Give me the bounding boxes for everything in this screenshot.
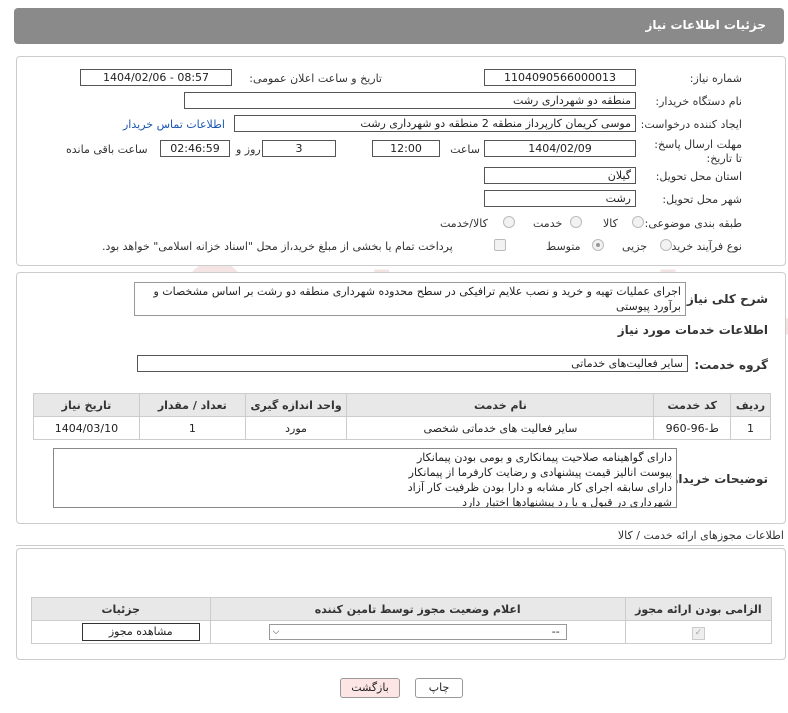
permit-required-cell: ✓ — [624, 620, 773, 644]
process-type-label: نوع فرآیند خرید : — [664, 240, 742, 253]
unit-cell: مورد — [244, 416, 348, 440]
service-group-field: سایر فعالیت‌های خدماتی — [137, 355, 688, 372]
deadline-date-field: 1404/02/09 — [484, 140, 636, 157]
need-date-cell: 1404/03/10 — [33, 416, 140, 440]
city-label: شهر محل تحویل: — [662, 193, 742, 206]
permits-table-header: الزامی بودن ارائه مجوز اعلام وضعیت مجوز … — [31, 597, 773, 621]
city-field: رشت — [484, 190, 636, 207]
summary-label: شرح کلی نیاز: — [682, 292, 768, 306]
buyer-notes-label: توضیحات خریدار: — [666, 472, 768, 486]
col-permit-details: جزئیات — [31, 597, 211, 621]
col-permit-status: اعلام وضعیت مجوز توسط تامین کننده — [209, 597, 626, 621]
deadline-label: مهلت ارسال پاسخ: تا تاریخ: — [654, 138, 742, 165]
col-permit-required: الزامی بودن ارائه مجوز — [624, 597, 773, 621]
category-radio-service[interactable] — [570, 216, 582, 228]
buyer-note-line: دارای سابقه اجرای کار مشابه و دارا بودن … — [407, 481, 672, 494]
remaining-time-label: ساعت باقی مانده — [66, 143, 148, 156]
treasury-payment-note: پرداخت تمام یا بخشی از مبلغ خرید،از محل … — [102, 240, 453, 253]
view-permit-button[interactable]: مشاهده مجوز — [81, 623, 200, 641]
announce-datetime-label: تاریخ و ساعت اعلان عمومی: — [249, 72, 382, 85]
services-table: ردیف کد خدمت نام خدمت واحد اندازه گیری ت… — [33, 393, 772, 440]
buyer-org-label: نام دستگاه خریدار: — [655, 95, 742, 108]
buyer-contact-link[interactable]: اطلاعات تماس خریدار — [123, 118, 225, 131]
service-group-label: گروه خدمت: — [694, 358, 768, 372]
deadline-time-label: ساعت — [450, 143, 480, 156]
treasury-payment-checkbox[interactable] — [494, 239, 506, 251]
province-label: استان محل تحویل: — [655, 170, 742, 183]
creator-field: موسی کریمان کارپرداز منطقه 2 منطقه دو شه… — [234, 115, 636, 132]
process-radio-medium[interactable] — [592, 239, 604, 251]
table-row: ✓ ⌵ -- مشاهده مجوز — [31, 620, 773, 644]
page-header: جزئیات اطلاعات نیاز — [14, 8, 784, 44]
permits-divider — [16, 545, 784, 546]
col-quantity: تعداد / مقدار — [138, 393, 246, 417]
permit-status-select[interactable]: ⌵ -- — [268, 624, 567, 640]
summary-textarea[interactable]: اجرای عملیات تهیه و خرید و نصب علایم ترا… — [134, 282, 686, 316]
category-option-service: خدمت — [533, 217, 563, 230]
permit-status-cell: ⌵ -- — [209, 620, 626, 644]
back-button[interactable]: بازگشت — [340, 678, 400, 698]
deadline-time-field: 12:00 — [372, 140, 440, 157]
category-label: طبقه بندی موضوعی: — [644, 217, 742, 230]
service-code-cell: ط-96-960 — [653, 416, 731, 440]
category-radio-goods[interactable] — [632, 216, 644, 228]
col-need-date: تاریخ نیاز — [33, 393, 140, 417]
chevron-down-icon: ⌵ — [272, 627, 280, 637]
col-row-number: ردیف — [729, 393, 772, 417]
category-option-goods-service: کالا/خدمت — [440, 217, 488, 230]
buyer-org-field: منطقه دو شهرداری رشت — [184, 92, 636, 109]
category-option-goods: کالا — [603, 217, 618, 230]
need-number-label: شماره نیاز: — [689, 72, 742, 85]
permits-section-title: اطلاعات مجوزهای ارائه خدمت / کالا — [617, 529, 784, 542]
services-section-title: اطلاعات خدمات مورد نیاز — [617, 323, 768, 337]
buyer-note-line: دارای گواهینامه صلاحیت پیمانکاری و بومی … — [416, 451, 672, 464]
permit-status-value: -- — [551, 625, 560, 638]
col-service-code: کد خدمت — [653, 393, 731, 417]
buyer-notes-textarea[interactable]: دارای گواهینامه صلاحیت پیمانکاری و بومی … — [53, 448, 677, 508]
service-name-cell: سایر فعالیت های خدماتی شخصی — [346, 416, 655, 440]
page-title: جزئیات اطلاعات نیاز — [645, 18, 766, 32]
row-number-cell: 1 — [729, 416, 772, 440]
creator-label: ایجاد کننده درخواست: — [640, 118, 742, 131]
col-service-name: نام خدمت — [346, 393, 655, 417]
buyer-note-line: پیوست انالیز قیمت پیشنهادی و رضایت کارفر… — [408, 466, 672, 479]
province-field: گیلان — [484, 167, 636, 184]
remaining-time-field: 02:46:59 — [160, 140, 230, 157]
announce-datetime-field: 1404/02/06 - 08:57 — [80, 69, 232, 86]
quantity-cell: 1 — [138, 416, 246, 440]
category-radio-goods-service[interactable] — [503, 216, 515, 228]
permit-required-checkbox: ✓ — [691, 626, 705, 640]
col-unit: واحد اندازه گیری — [244, 393, 348, 417]
process-radio-minor[interactable] — [660, 239, 672, 251]
permit-details-cell: مشاهده مجوز — [31, 620, 211, 644]
table-row: 1 ط-96-960 سایر فعالیت های خدماتی شخصی م… — [33, 416, 772, 440]
services-table-header: ردیف کد خدمت نام خدمت واحد اندازه گیری ت… — [33, 393, 772, 417]
print-button[interactable]: چاپ — [415, 678, 463, 698]
process-option-minor: جزیی — [622, 240, 648, 253]
buyer-note-line: شهرداری در قبول و یا رد پیشنهادها اختیار… — [462, 496, 672, 508]
days-label: روز و — [236, 143, 261, 156]
process-option-medium: متوسط — [546, 240, 581, 253]
need-number-field: 1104090566000013 — [484, 69, 636, 86]
permits-table: الزامی بودن ارائه مجوز اعلام وضعیت مجوز … — [31, 597, 773, 644]
days-remaining-field: 3 — [262, 140, 336, 157]
